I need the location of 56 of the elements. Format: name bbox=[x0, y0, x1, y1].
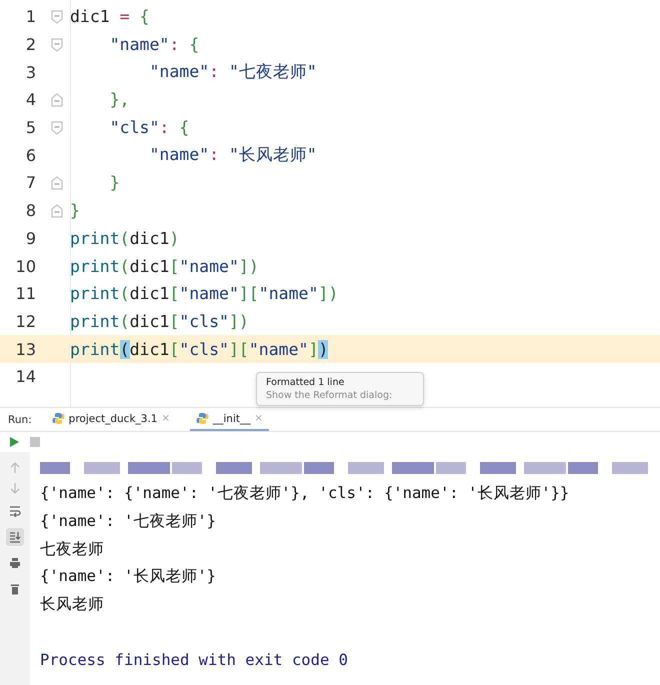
code-text: print(dic1["cls"]["name"]) bbox=[70, 340, 328, 359]
close-icon[interactable]: × bbox=[162, 413, 170, 424]
exit-message: Process finished with exit code 0 bbox=[40, 650, 349, 671]
output-line: {'name': {'name': '七夜老师'}, 'cls': {'name': '长风老师'}} bbox=[40, 483, 570, 504]
python-icon bbox=[196, 412, 209, 425]
line-number: 14 bbox=[14, 367, 37, 386]
line-number: 3 bbox=[24, 62, 37, 82]
code-text: print(dic1["name"]["name"]) bbox=[70, 284, 338, 304]
fold-marker-icon[interactable] bbox=[51, 204, 63, 218]
code-text: } bbox=[108, 173, 120, 192]
code-text: } bbox=[70, 201, 80, 220]
line-number: 6 bbox=[24, 146, 37, 165]
line-number: 4 bbox=[24, 90, 37, 110]
code-text: "name": "长风老师" bbox=[148, 144, 317, 166]
python-icon bbox=[52, 412, 65, 425]
fold-marker-icon[interactable] bbox=[51, 176, 63, 190]
scroll-to-end-icon bbox=[9, 531, 21, 543]
output-line: 七夜老师 bbox=[40, 538, 105, 560]
line-number: 10 bbox=[14, 256, 37, 276]
line-number: 11 bbox=[14, 284, 37, 304]
line-number: 13 bbox=[14, 340, 37, 359]
down-arrow-icon[interactable] bbox=[10, 482, 20, 494]
run-label: Run: bbox=[8, 412, 32, 428]
line-number: 12 bbox=[14, 312, 37, 331]
trash-icon bbox=[9, 583, 21, 595]
run-icon[interactable] bbox=[9, 436, 20, 448]
wrap-icon bbox=[9, 505, 21, 517]
fold-marker-icon[interactable] bbox=[51, 10, 63, 24]
code-text: print(dic1) bbox=[70, 228, 180, 248]
line-number: 7 bbox=[24, 173, 37, 192]
up-arrow-icon[interactable] bbox=[10, 462, 20, 474]
code-text: "name": "七夜老师" bbox=[148, 61, 317, 84]
close-icon[interactable]: × bbox=[254, 413, 263, 424]
code-text: print(dic1["cls"]) bbox=[70, 312, 249, 331]
code-text: dic1 = { bbox=[70, 7, 150, 26]
line-number: 2 bbox=[24, 35, 37, 54]
line-number: 5 bbox=[24, 118, 37, 138]
code-text: "cls": { bbox=[108, 118, 190, 138]
line-number: 8 bbox=[24, 201, 37, 220]
fold-marker-icon[interactable] bbox=[51, 120, 63, 135]
console-tool-button[interactable] bbox=[6, 528, 24, 546]
reformat-link[interactable]: Show the Reformat dialog: bbox=[266, 390, 414, 401]
run-tab[interactable]: __init__ × bbox=[190, 408, 269, 431]
code-text: print(dic1["name"]) bbox=[70, 256, 259, 276]
tooltip-title: Formatted 1 line bbox=[266, 377, 346, 388]
code-text: }, bbox=[108, 90, 130, 110]
output-line: {'name': '长风老师'} bbox=[40, 566, 217, 588]
code-text: "name": { bbox=[108, 35, 200, 54]
line-number: 1 bbox=[24, 7, 37, 26]
print-icon bbox=[9, 557, 21, 569]
fold-marker-icon[interactable] bbox=[51, 92, 63, 107]
line-number: 9 bbox=[24, 228, 37, 248]
fold-marker-icon[interactable] bbox=[51, 38, 63, 52]
run-tab[interactable]: project_duck_3.1 × bbox=[46, 408, 176, 431]
output-line: {'name': '七夜老师'} bbox=[40, 511, 217, 532]
output-line: 长风老师 bbox=[40, 594, 105, 616]
